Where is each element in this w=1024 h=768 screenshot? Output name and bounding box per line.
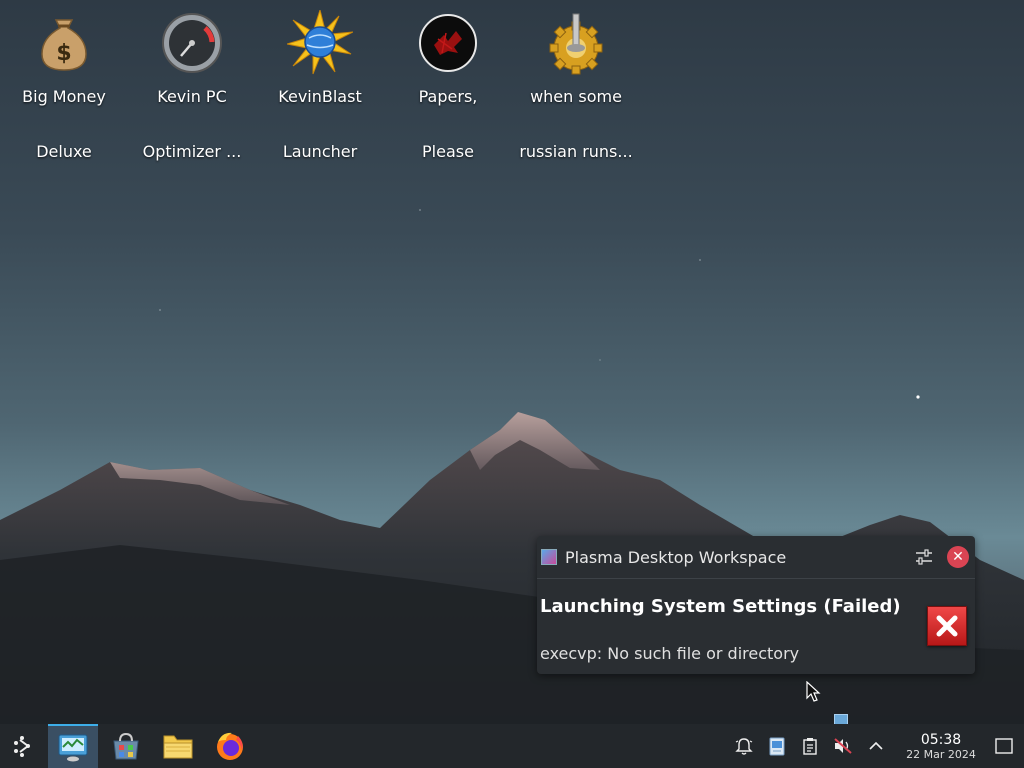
file-manager-icon bbox=[163, 735, 193, 759]
tray-expand-button[interactable] bbox=[859, 724, 892, 768]
desktop-icon-papers-please[interactable]: Papers, Please bbox=[384, 10, 512, 174]
papers-please-icon bbox=[415, 10, 481, 76]
notification-close-button[interactable]: ✕ bbox=[947, 546, 969, 568]
notification-settings-button[interactable] bbox=[913, 546, 935, 568]
digital-clock[interactable]: 05:38 22 Mar 2024 bbox=[902, 732, 980, 761]
desktop-icon-label-line1: Big Money bbox=[22, 87, 106, 106]
clock-time: 05:38 bbox=[920, 731, 962, 748]
task-system-monitor[interactable] bbox=[48, 724, 98, 768]
task-file-manager[interactable] bbox=[152, 724, 204, 768]
desktop-icon-kevin-pc-optimizer[interactable]: Kevin PC Optimizer ... bbox=[128, 10, 256, 174]
desktop-icon-label-line2: russian runs... bbox=[519, 142, 633, 161]
money-bag-icon: $ bbox=[31, 10, 97, 76]
task-firefox[interactable] bbox=[204, 724, 256, 768]
desktop-icon-label-line1: Kevin PC bbox=[157, 87, 227, 106]
tray-notifications[interactable] bbox=[727, 724, 760, 768]
application-launcher-icon bbox=[14, 736, 30, 757]
clipboard-icon bbox=[802, 738, 817, 755]
application-launcher-button[interactable] bbox=[0, 724, 44, 768]
volume-muted-icon bbox=[833, 738, 852, 754]
sliders-icon bbox=[916, 549, 932, 565]
task-software-store[interactable] bbox=[100, 724, 152, 768]
system-tray: 05:38 22 Mar 2024 bbox=[727, 724, 1024, 768]
notification-body: execvp: No such file or directory bbox=[540, 644, 800, 663]
desktop-icon-label-line2: Launcher bbox=[282, 142, 358, 161]
desktop-icon-label-line2: Deluxe bbox=[36, 142, 92, 161]
notification-popup[interactable]: Plasma Desktop Workspace ✕ Launching Sys… bbox=[537, 536, 975, 674]
desktop-icon-big-money-deluxe[interactable]: $ Big Money Deluxe bbox=[0, 10, 128, 174]
clock-date: 22 Mar 2024 bbox=[906, 747, 976, 761]
notification-title: Launching System Settings (Failed) bbox=[540, 596, 901, 617]
globe-starburst-icon bbox=[287, 10, 353, 76]
tray-clipboard[interactable] bbox=[793, 724, 826, 768]
desktop-icon-label-line1: Papers, bbox=[418, 87, 478, 106]
error-x-icon bbox=[927, 606, 967, 646]
taskbar: 05:38 22 Mar 2024 bbox=[0, 724, 1024, 768]
show-desktop-button[interactable] bbox=[984, 724, 1024, 768]
desktop-icon-label-line2: Optimizer ... bbox=[142, 142, 242, 161]
clipboard-icon-blue bbox=[769, 737, 784, 756]
svg-text:$: $ bbox=[56, 41, 71, 66]
speedometer-icon bbox=[159, 10, 225, 76]
desktop-icon-label-line2: Please bbox=[422, 142, 474, 161]
desktop-icon-when-some-russian-runs[interactable]: when some russian runs... bbox=[512, 10, 640, 174]
plasma-app-icon bbox=[541, 549, 557, 565]
system-monitor-icon bbox=[58, 734, 88, 762]
desktop-icon-label-line1: when some bbox=[530, 87, 622, 106]
software-store-icon bbox=[113, 732, 139, 760]
firefox-icon bbox=[217, 732, 243, 760]
notification-header: Plasma Desktop Workspace ✕ bbox=[537, 536, 975, 579]
gear-joystick-icon bbox=[543, 10, 609, 76]
tray-volume[interactable] bbox=[826, 724, 859, 768]
tray-system-monitor[interactable] bbox=[760, 724, 793, 768]
mouse-cursor bbox=[806, 681, 821, 702]
desktop-icon-kevinblast-launcher[interactable]: KevinBlast Launcher bbox=[256, 10, 384, 174]
show-desktop-icon bbox=[995, 738, 1013, 754]
notification-app-name: Plasma Desktop Workspace bbox=[565, 547, 787, 567]
expand-tray-chevron-icon bbox=[868, 741, 883, 750]
notifications-bell-icon bbox=[734, 738, 753, 755]
desktop-icon-label-line1: KevinBlast bbox=[278, 87, 362, 106]
close-icon: ✕ bbox=[952, 549, 964, 565]
